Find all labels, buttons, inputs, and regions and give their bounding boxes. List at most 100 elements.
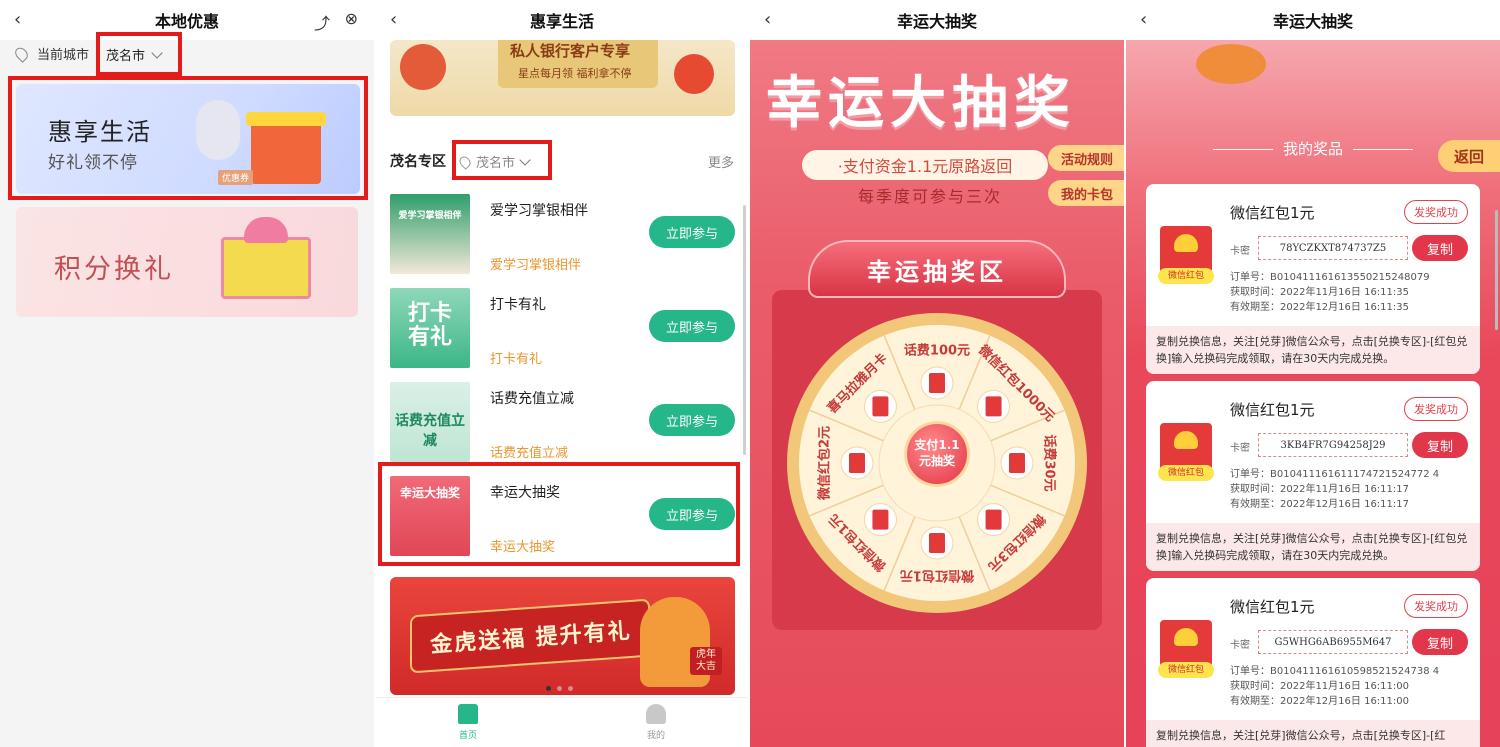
red-envelope-icon xyxy=(872,509,889,530)
hero-title: 幸运大抽奖 xyxy=(766,70,1076,136)
screen-lucky-draw: ‹ 幸运大抽奖 幸运大抽奖 ·支付资金1.1元原路返回 每季度可参与三次 活动规… xyxy=(750,0,1124,747)
join-button[interactable]: 立即参与 xyxy=(649,310,735,342)
share-icon[interactable]: ⤴ xyxy=(314,10,330,34)
thumbnail-text: 打卡有礼 xyxy=(407,301,452,351)
page-title: 幸运大抽奖 xyxy=(896,12,977,31)
highlight-frame xyxy=(8,76,368,200)
nav-bar: ‹ 惠享生活 xyxy=(376,0,748,40)
order-number: 订单号：B010411161611174721524772 4 xyxy=(1230,469,1440,480)
activity-subtitle: 爱学习掌银相伴 xyxy=(490,258,582,273)
join-button[interactable]: 立即参与 xyxy=(649,216,735,248)
icon-label: 微信红包 xyxy=(1158,465,1214,481)
scrollbar[interactable] xyxy=(743,205,746,455)
gift-box-icon xyxy=(221,237,311,299)
red-envelope-icon xyxy=(985,396,1002,417)
screen-local-offers: ‹ 本地优惠 ⤴ ⊗ 当前城市 茂名市 惠享生活 好礼领不停 优惠券 积分换礼 xyxy=(0,0,374,747)
back-arrow-icon[interactable]: ‹ xyxy=(764,9,771,30)
home-icon xyxy=(458,704,478,724)
current-city-label: 当前城市 xyxy=(37,48,90,63)
tiger-promo-banner[interactable]: 金虎送福 提升有礼 虎年大吉 xyxy=(390,577,735,695)
copy-button[interactable]: 复制 xyxy=(1412,432,1468,458)
tab-mine[interactable]: 我的 xyxy=(626,704,686,741)
valid-until: 有效期至：2022年12月16日 16:11:00 xyxy=(1230,696,1409,707)
location-pin-icon xyxy=(12,44,31,63)
more-link[interactable]: 更多 xyxy=(708,152,734,171)
obtained-time: 获取时间：2022年11月16日 16:11:35 xyxy=(1230,287,1409,298)
red-envelope-icon xyxy=(985,509,1002,530)
tab-label: 我的 xyxy=(646,731,665,741)
activity-item[interactable]: 打卡有礼 打卡有礼 打卡有礼 立即参与 xyxy=(390,288,735,368)
card-key: 3KB4FR7G94258J29 xyxy=(1258,433,1408,457)
hero-subtitle-2: 每季度可参与三次 xyxy=(858,187,1003,206)
activity-item[interactable]: 话费充值立减 话费充值立减 话费充值立减 立即参与 xyxy=(390,382,735,462)
hero-subtitle: ·支付资金1.1元原路返回 xyxy=(802,150,1048,180)
divider xyxy=(1353,149,1413,150)
banner-title: 积分换礼 xyxy=(54,254,174,285)
wheel-segment-label: 微信红包1元 xyxy=(900,568,975,584)
my-cards-button[interactable]: 我的卡包 xyxy=(1048,180,1124,206)
thumbnail-text: 爱学习掌银相伴 xyxy=(398,211,462,221)
tiger-badge: 虎年大吉 xyxy=(690,647,722,675)
activity-name: 爱学习掌银相伴 xyxy=(490,203,588,219)
back-arrow-icon[interactable]: ‹ xyxy=(14,9,21,30)
banner-line-2: 星点每月领 福利拿不停 xyxy=(518,67,632,80)
thumbnail-text: 话费充值立减 xyxy=(395,413,465,449)
tab-home[interactable]: 首页 xyxy=(438,704,498,741)
screen-my-prizes: ‹ 幸运大抽奖 我的奖品 返回 微信红包 微信红包1元 发奖成功 卡密 78YC… xyxy=(1126,0,1500,747)
status-badge: 发奖成功 xyxy=(1404,397,1468,421)
red-envelope-icon xyxy=(849,453,865,473)
close-icon[interactable]: ⊗ xyxy=(345,9,358,28)
back-arrow-icon[interactable]: ‹ xyxy=(390,9,397,30)
nav-bar: ‹ 幸运大抽奖 xyxy=(750,0,1124,40)
private-bank-banner[interactable]: 私人银行客户专享 星点每月领 福利拿不停 xyxy=(390,40,735,116)
redeem-note: 复制兑换信息，关注[兑芽]微信公众号，点击[兑换专区]-[红 xyxy=(1146,720,1480,747)
tab-label: 首页 xyxy=(458,731,477,741)
red-envelope-icon xyxy=(929,373,945,393)
wheel-segment-label: 话费100元 xyxy=(904,343,970,359)
rules-button[interactable]: 活动规则 xyxy=(1048,145,1124,171)
order-number: 订单号：B010411161610598521524738 4 xyxy=(1230,666,1440,677)
draw-button[interactable]: 支付1.1 元抽奖 xyxy=(904,421,970,487)
ribbon-bow-icon xyxy=(244,217,288,243)
zone-title: 茂名专区 xyxy=(390,154,446,170)
redeem-note: 复制兑换信息，关注[兑芽]微信公众号，点击[兑换专区]-[红包兑换]输入兑换码完… xyxy=(1146,326,1480,374)
heading-text: 我的奖品 xyxy=(1282,140,1343,158)
card-key: 78YCZKXT874737Z5 xyxy=(1258,236,1408,260)
wheel-segment-label: 微信红包2元 xyxy=(817,426,833,501)
activity-item[interactable]: 爱学习掌银相伴 爱学习掌银相伴 爱学习掌银相伴 立即参与 xyxy=(390,194,735,274)
copy-button[interactable]: 复制 xyxy=(1412,235,1468,261)
zone-ribbon: 幸运抽奖区 xyxy=(808,240,1066,298)
activity-thumbnail: 爱学习掌银相伴 xyxy=(390,194,470,274)
key-label: 卡密 xyxy=(1230,640,1250,651)
coin-decoration-icon xyxy=(1196,44,1266,84)
draw-button-line-1: 支付1.1 xyxy=(914,438,960,453)
scrollbar[interactable] xyxy=(1495,210,1498,330)
prize-card: 微信红包 微信红包1元 发奖成功 卡密 3KB4FR7G94258J29 复制 … xyxy=(1146,381,1480,571)
page-title: 惠享生活 xyxy=(529,12,594,31)
points-exchange-banner[interactable]: 积分换礼 xyxy=(16,207,358,317)
copy-button[interactable]: 复制 xyxy=(1412,629,1468,655)
highlight-frame xyxy=(378,462,740,566)
red-envelope-icon xyxy=(929,533,945,553)
nav-bar: ‹ 幸运大抽奖 xyxy=(1126,0,1500,40)
obtained-time: 获取时间：2022年11月16日 16:11:17 xyxy=(1230,484,1409,495)
join-button[interactable]: 立即参与 xyxy=(649,404,735,436)
prize-card: 微信红包 微信红包1元 发奖成功 卡密 78YCZKXT874737Z5 复制 … xyxy=(1146,184,1480,374)
return-button[interactable]: 返回 xyxy=(1438,140,1500,172)
current-city: 当前城市 xyxy=(12,44,90,63)
back-arrow-icon[interactable]: ‹ xyxy=(1140,9,1147,30)
activity-thumbnail: 话费充值立减 xyxy=(390,382,470,462)
page-title: 幸运大抽奖 xyxy=(1272,12,1353,31)
activity-subtitle: 话费充值立减 xyxy=(490,446,569,461)
tab-bar: 首页 我的 xyxy=(376,697,748,747)
nav-bar: ‹ 本地优惠 ⤴ ⊗ xyxy=(0,0,374,40)
order-number: 订单号：B010411161613550215248079 xyxy=(1230,272,1430,283)
carousel-dot xyxy=(546,686,551,691)
prize-card: 微信红包 微信红包1元 发奖成功 卡密 G5WHG6AB6955M647 复制 … xyxy=(1146,578,1480,747)
carousel-dot xyxy=(557,686,562,691)
prize-name: 微信红包1元 xyxy=(1230,204,1315,222)
user-icon xyxy=(646,704,666,724)
obtained-time: 获取时间：2022年11月16日 16:11:00 xyxy=(1230,681,1409,692)
icon-label: 微信红包 xyxy=(1158,268,1214,284)
prize-name: 微信红包1元 xyxy=(1230,401,1315,419)
